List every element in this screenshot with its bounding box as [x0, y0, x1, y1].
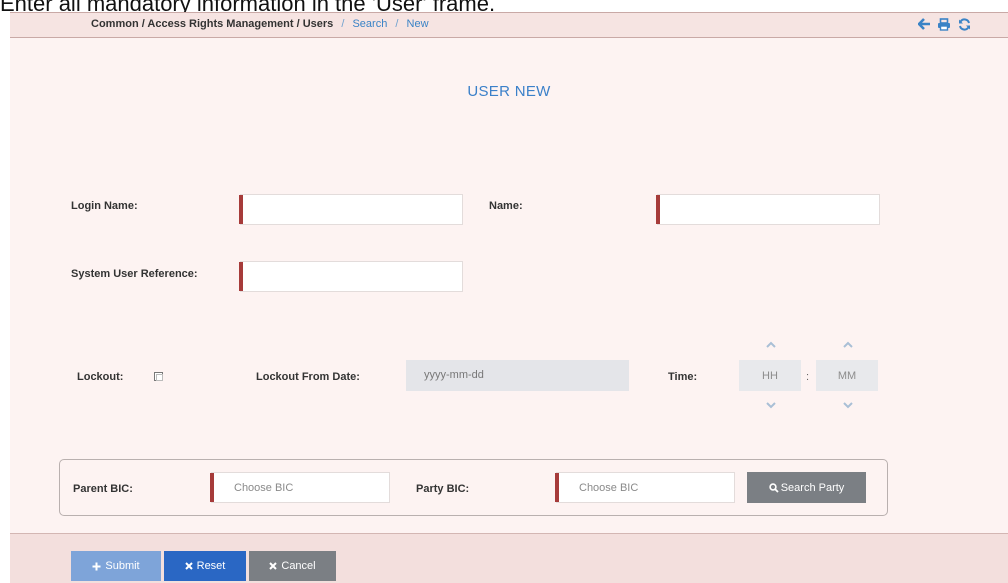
- time-label: Time:: [668, 371, 698, 383]
- submit-button[interactable]: Submit: [71, 551, 161, 581]
- parent-bic-field-wrapper: [210, 472, 390, 503]
- parent-bic-input[interactable]: [212, 473, 389, 502]
- party-bic-field-wrapper: [555, 472, 735, 503]
- name-field-wrapper: [656, 194, 880, 225]
- close-icon: [184, 562, 193, 570]
- hours-input[interactable]: HH: [739, 360, 801, 391]
- lockout-checkbox[interactable]: [154, 372, 163, 381]
- plus-icon: [92, 562, 101, 570]
- hours-up-chevron-icon[interactable]: [764, 340, 778, 350]
- cancel-button[interactable]: Cancel: [249, 551, 336, 581]
- system-user-reference-input[interactable]: [241, 262, 462, 291]
- breadcrumb: Common / Access Rights Management / User…: [91, 18, 429, 30]
- search-party-label: Search Party: [780, 481, 845, 494]
- back-arrow-icon[interactable]: [916, 16, 932, 32]
- top-bar: Common / Access Rights Management / User…: [10, 12, 1008, 38]
- breadcrumb-path: Common / Access Rights Management / User…: [91, 18, 334, 30]
- login-name-label: Login Name:: [71, 200, 138, 212]
- print-icon[interactable]: [936, 16, 952, 32]
- system-user-reference-label: System User Reference:: [71, 268, 198, 280]
- page-title: USER NEW: [467, 83, 551, 100]
- toolbar: [916, 16, 972, 32]
- parent-bic-label: Parent BIC:: [73, 483, 133, 495]
- close-icon: [269, 562, 278, 570]
- search-party-button[interactable]: Search Party: [747, 472, 866, 503]
- search-icon: [769, 482, 779, 493]
- hours-down-chevron-icon[interactable]: [764, 400, 778, 410]
- login-name-input[interactable]: [241, 195, 462, 224]
- name-label: Name:: [489, 200, 523, 212]
- breadcrumb-separator: /: [341, 18, 345, 30]
- system-user-reference-field-wrapper: [239, 261, 463, 292]
- time-separator: :: [806, 371, 810, 383]
- party-bic-input[interactable]: [557, 473, 734, 502]
- lockout-label: Lockout:: [77, 371, 124, 383]
- submit-label: Submit: [105, 560, 140, 572]
- login-name-field-wrapper: [239, 194, 463, 225]
- minutes-down-chevron-icon[interactable]: [841, 400, 855, 410]
- minutes-up-chevron-icon[interactable]: [841, 340, 855, 350]
- lockout-from-date-input[interactable]: yyyy-mm-dd: [406, 360, 629, 391]
- reset-button[interactable]: Reset: [164, 551, 246, 581]
- breadcrumb-current: New: [406, 18, 429, 30]
- breadcrumb-search-link[interactable]: Search: [352, 18, 387, 30]
- lockout-from-date-label: Lockout From Date:: [256, 371, 360, 383]
- reset-label: Reset: [196, 560, 226, 572]
- party-bic-label: Party BIC:: [416, 483, 470, 495]
- name-input[interactable]: [658, 195, 879, 224]
- minutes-input[interactable]: MM: [816, 360, 878, 391]
- cancel-label: Cancel: [281, 560, 316, 572]
- breadcrumb-separator: /: [395, 18, 399, 30]
- refresh-icon[interactable]: [956, 16, 972, 32]
